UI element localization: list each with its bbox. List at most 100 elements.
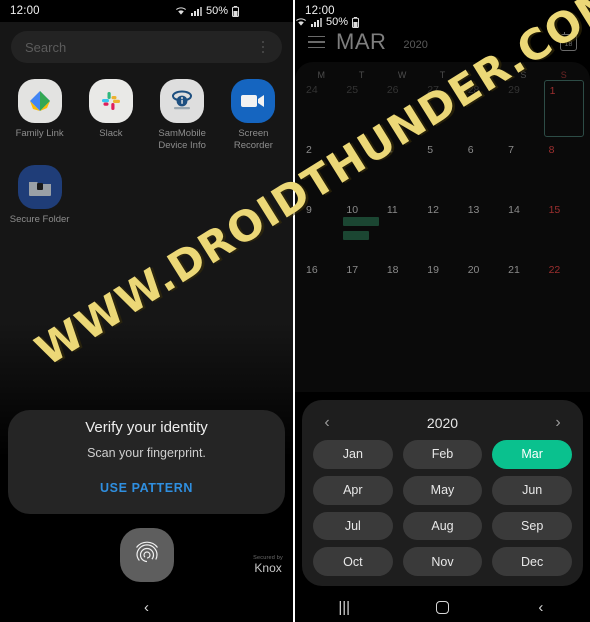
nav-recents-button[interactable]: ||| xyxy=(295,600,393,615)
sammobile-device-info-icon xyxy=(160,79,205,123)
battery-percent: 50% xyxy=(326,16,349,28)
month-button-feb[interactable]: Feb xyxy=(402,440,483,469)
month-button-jul[interactable]: Jul xyxy=(313,511,393,541)
calendar-day-cell[interactable]: 28 xyxy=(463,80,503,140)
calendar-year-label: 2020 xyxy=(403,39,428,51)
calendar-day-cell[interactable]: 25 xyxy=(341,80,381,140)
app-item-screen-recorder[interactable]: Screen Recorder xyxy=(218,79,289,151)
app-item-family-link[interactable]: Family Link xyxy=(4,79,75,151)
navigation-bar: ‹ xyxy=(0,592,293,622)
day-number: 13 xyxy=(467,204,480,216)
calendar-day-cell[interactable]: 18 xyxy=(382,260,422,320)
signal-bars-icon xyxy=(311,17,322,27)
calendar-day-cell[interactable]: 6 xyxy=(463,140,503,200)
battery-icon xyxy=(232,5,239,17)
search-bar[interactable]: Search xyxy=(11,31,282,63)
calendar-app: MAR 2020 18 M T W T F S S 24 25 26 27 28… xyxy=(295,22,590,622)
day-number: 29 xyxy=(508,84,520,96)
calendar-day-cell[interactable]: 7 xyxy=(503,140,543,200)
kebab-menu-icon[interactable] xyxy=(258,37,269,58)
calendar-day-cell[interactable]: 24 xyxy=(301,80,341,140)
fingerprint-dialog: Verify your identity Scan your fingerpri… xyxy=(8,410,285,514)
month-button-dec[interactable]: Dec xyxy=(492,547,572,576)
hamburger-menu-icon[interactable] xyxy=(308,35,325,49)
app-item-secure-folder[interactable]: Secure Folder xyxy=(4,165,75,226)
battery-percent: 50% xyxy=(205,5,228,17)
fingerprint-icon xyxy=(130,536,164,575)
calendar-day-cell[interactable]: 10 xyxy=(341,200,381,260)
calendar-day-cell[interactable]: 12 xyxy=(422,200,462,260)
dow-label: T xyxy=(439,70,446,80)
app-grid: Family Link Slack SamMobile Device Info … xyxy=(0,63,293,226)
calendar-day-cell[interactable]: 3 xyxy=(341,140,381,200)
calendar-day-cell[interactable]: 9 xyxy=(301,200,341,260)
calendar-day-cell[interactable]: 17 xyxy=(341,260,381,320)
day-number: 4 xyxy=(386,144,393,156)
screen-recorder-icon xyxy=(231,79,276,123)
day-number: 1 xyxy=(549,85,556,97)
day-number: 25 xyxy=(346,84,359,96)
month-button-may[interactable]: May xyxy=(402,475,483,505)
nav-back-button[interactable]: ‹ xyxy=(144,600,149,615)
calendar-day-cell[interactable]: 15 xyxy=(544,200,584,260)
dow-label: F xyxy=(480,70,486,80)
calendar-month-label[interactable]: MAR xyxy=(336,29,386,55)
calendar-day-cell[interactable]: 13 xyxy=(463,200,503,260)
calendar-day-cell[interactable]: 2 xyxy=(301,140,341,200)
month-button-sep[interactable]: Sep xyxy=(492,511,572,541)
month-button-jan[interactable]: Jan xyxy=(313,440,393,469)
calendar-event-chip[interactable] xyxy=(343,231,370,240)
dialog-subtitle: Scan your fingerprint. xyxy=(87,446,206,460)
day-number: 21 xyxy=(508,264,520,276)
calendar-day-cell-selected[interactable]: 1 xyxy=(543,80,584,137)
calendar-day-cell[interactable]: 14 xyxy=(503,200,543,260)
use-pattern-button[interactable]: USE PATTERN xyxy=(100,481,193,495)
calendar-day-cell[interactable]: 16 xyxy=(301,260,341,320)
day-number: 24 xyxy=(306,84,318,96)
status-bar: 12:00 50% xyxy=(0,0,293,22)
nav-home-button[interactable] xyxy=(393,600,491,614)
calendar-day-cell[interactable]: 26 xyxy=(382,80,422,140)
day-number: 19 xyxy=(427,264,439,276)
app-item-slack[interactable]: Slack xyxy=(75,79,146,151)
month-button-jun[interactable]: Jun xyxy=(492,475,572,505)
picker-header: ‹ 2020 › xyxy=(313,409,572,437)
app-item-sammobile-device-info[interactable]: SamMobile Device Info xyxy=(147,79,218,151)
day-number: 8 xyxy=(548,144,555,156)
calendar-day-cell[interactable]: 22 xyxy=(544,260,584,320)
calendar-day-cell[interactable]: 27 xyxy=(422,80,462,140)
calendar-day-cell[interactable]: 29 xyxy=(503,80,543,140)
day-number: 12 xyxy=(427,204,439,216)
month-buttons-grid: Jan Feb Mar Apr May Jun Jul Aug Sep Oct … xyxy=(313,437,572,576)
fingerprint-scanner-button[interactable] xyxy=(119,528,174,582)
slack-icon xyxy=(88,79,133,123)
month-button-aug[interactable]: Aug xyxy=(402,511,483,541)
calendar-week-row: 9 10 11 12 13 14 15 xyxy=(301,200,584,260)
month-button-mar[interactable]: Mar xyxy=(492,440,572,469)
app-label: SamMobile Device Info xyxy=(158,128,206,151)
nav-back-button[interactable]: ‹ xyxy=(492,600,590,615)
calendar-event-chip[interactable] xyxy=(343,217,380,226)
navigation-bar: ||| ‹ xyxy=(295,592,590,622)
right-phone-screen: 12:00 50% MAR 2020 18 M T W T F S S 24 2… xyxy=(295,0,590,622)
calendar-day-cell[interactable]: 11 xyxy=(382,200,422,260)
calendar-day-cell[interactable]: 21 xyxy=(503,260,543,320)
calendar-today-icon[interactable]: 18 xyxy=(560,31,577,51)
calendar-day-cell[interactable]: 8 xyxy=(544,140,584,200)
signal-bars-icon xyxy=(190,6,202,16)
next-year-button[interactable]: › xyxy=(548,415,568,431)
day-number: 7 xyxy=(508,144,514,156)
picker-year-label: 2020 xyxy=(426,415,459,431)
month-button-oct[interactable]: Oct xyxy=(313,547,393,576)
day-number: 11 xyxy=(386,204,398,216)
home-square-icon xyxy=(435,600,449,614)
calendar-day-cell[interactable]: 4 xyxy=(382,140,422,200)
calendar-day-cell[interactable]: 20 xyxy=(463,260,503,320)
month-button-nov[interactable]: Nov xyxy=(402,547,483,576)
calendar-day-cell[interactable]: 5 xyxy=(422,140,462,200)
calendar-day-cell[interactable]: 19 xyxy=(422,260,462,320)
day-number: 6 xyxy=(467,144,474,156)
prev-year-button[interactable]: ‹ xyxy=(317,415,337,431)
month-button-apr[interactable]: Apr xyxy=(313,475,393,505)
app-label: Family Link xyxy=(15,128,64,139)
